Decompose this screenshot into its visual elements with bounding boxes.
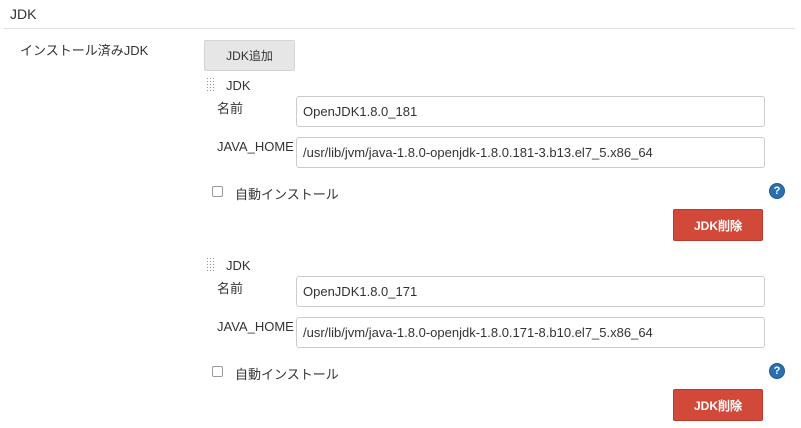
java-home-label: JAVA_HOME bbox=[217, 139, 294, 154]
auto-install-checkbox[interactable] bbox=[212, 366, 223, 377]
jdk-entry-title: JDK bbox=[226, 258, 251, 273]
delete-jdk-button[interactable]: JDK削除 bbox=[673, 389, 763, 421]
section-divider bbox=[4, 28, 795, 29]
help-icon[interactable]: ? bbox=[769, 183, 785, 199]
java-home-input[interactable] bbox=[296, 317, 765, 348]
jdk-entry: JDK 名前 JAVA_HOME 自動インストール ? JDK削除 bbox=[0, 257, 801, 428]
drag-handle-icon[interactable] bbox=[206, 257, 216, 273]
name-label: 名前 bbox=[217, 101, 244, 116]
installed-jdk-label: インストール済みJDK bbox=[20, 43, 149, 58]
name-input[interactable] bbox=[296, 96, 765, 127]
jdk-entry-title: JDK bbox=[226, 78, 251, 93]
jdk-entry: JDK 名前 JAVA_HOME 自動インストール ? JDK削除 bbox=[0, 77, 801, 257]
name-label: 名前 bbox=[217, 281, 244, 296]
auto-install-checkbox[interactable] bbox=[212, 186, 223, 197]
section-title: JDK bbox=[10, 6, 37, 22]
auto-install-label: 自動インストール bbox=[235, 367, 339, 382]
java-home-label: JAVA_HOME bbox=[217, 319, 294, 334]
delete-jdk-button[interactable]: JDK削除 bbox=[673, 209, 763, 241]
name-input[interactable] bbox=[296, 276, 765, 307]
java-home-input[interactable] bbox=[296, 137, 765, 168]
drag-handle-icon[interactable] bbox=[206, 77, 216, 93]
help-icon[interactable]: ? bbox=[769, 363, 785, 379]
auto-install-label: 自動インストール bbox=[235, 187, 339, 202]
add-jdk-button[interactable]: JDK追加 bbox=[204, 40, 295, 71]
